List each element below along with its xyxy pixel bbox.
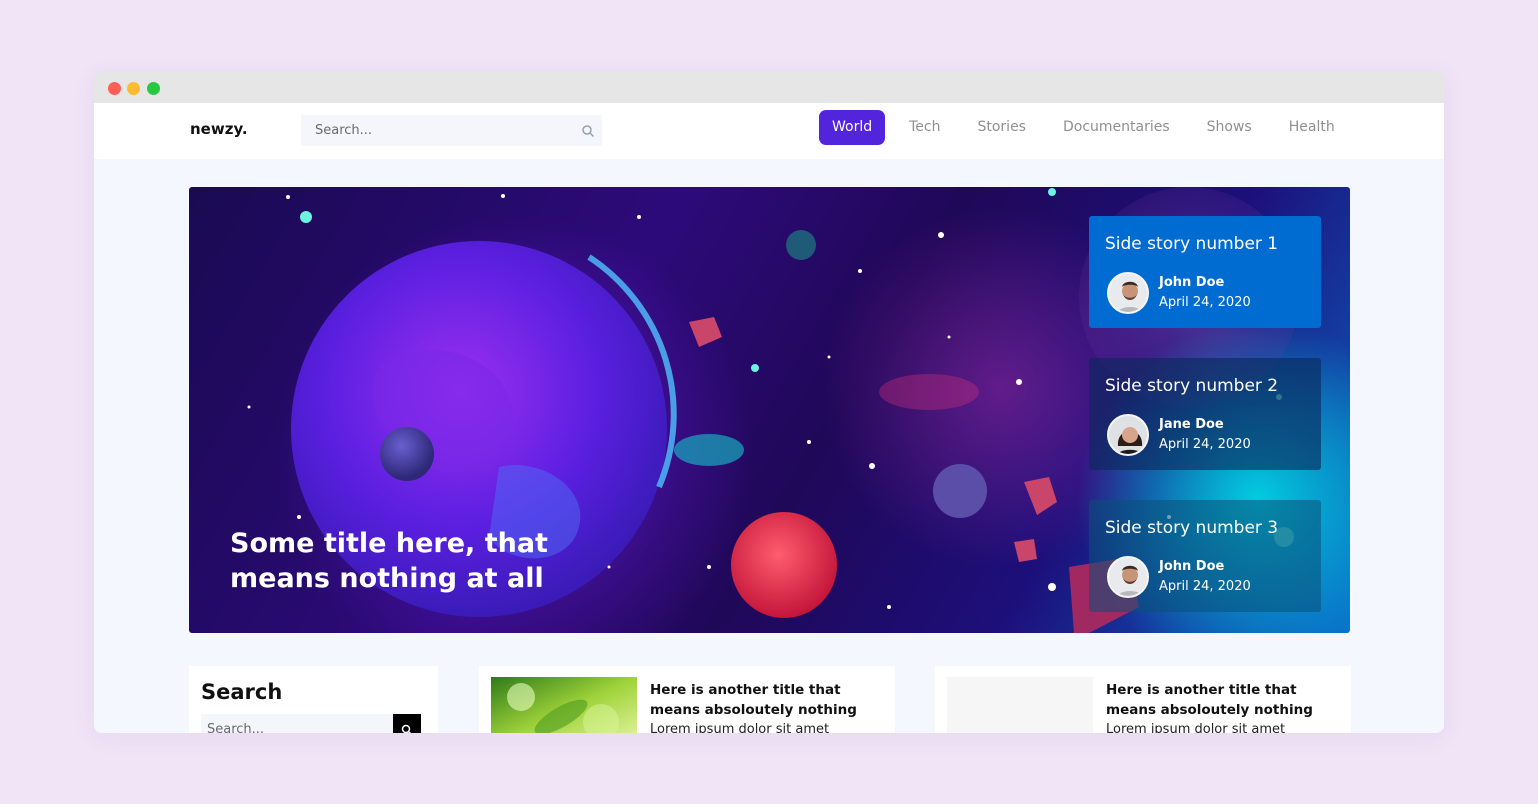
author-name[interactable]: John Doe (1159, 557, 1251, 577)
article-title[interactable]: Here is another title that means absolou… (1106, 680, 1336, 720)
search-icon (401, 724, 412, 733)
minimize-window-button[interactable] (127, 82, 140, 95)
nav-link-stories[interactable]: Stories (964, 110, 1039, 145)
article-title[interactable]: Here is another title that means absolou… (650, 680, 880, 720)
side-story-author: John Doe April 24, 2020 (1107, 272, 1251, 314)
nav-link-health[interactable]: Health (1276, 110, 1348, 145)
avatar (1107, 414, 1149, 456)
side-story-title[interactable]: Side story number 3 (1105, 516, 1305, 540)
article-card[interactable]: Here is another title that means absolou… (479, 666, 895, 733)
sidebar-search-button[interactable] (393, 714, 421, 733)
article-excerpt: Lorem ipsum dolor sit amet (650, 722, 830, 733)
nav-link-tech[interactable]: Tech (896, 110, 953, 145)
navbar: newzy. World Tech Stories Documentaries … (94, 103, 1444, 159)
search-widget-title: Search (201, 680, 283, 704)
side-story-title[interactable]: Side story number 1 (1105, 232, 1305, 256)
search-icon[interactable] (581, 124, 595, 138)
article-thumbnail[interactable] (491, 677, 637, 733)
side-story-card[interactable]: Side story number 1 John Doe April 24, 2… (1089, 216, 1321, 328)
sidebar-search-widget: Search (189, 666, 438, 733)
site-logo[interactable]: newzy. (190, 120, 248, 138)
nav-link-world[interactable]: World (819, 110, 886, 145)
side-story-author: Jane Doe April 24, 2020 (1107, 414, 1251, 456)
hero-banner[interactable]: Some title here, that means nothing at a… (189, 187, 1350, 633)
article-excerpt: Lorem ipsum dolor sit amet (1106, 722, 1286, 733)
maximize-window-button[interactable] (147, 82, 160, 95)
nav-link-documentaries[interactable]: Documentaries (1050, 110, 1183, 145)
avatar (1107, 272, 1149, 314)
sidebar-search-input[interactable] (201, 714, 393, 733)
avatar (1107, 556, 1149, 598)
side-story-title[interactable]: Side story number 2 (1105, 374, 1305, 398)
main-nav: World Tech Stories Documentaries Shows H… (819, 110, 1359, 145)
close-window-button[interactable] (108, 82, 121, 95)
hero-title[interactable]: Some title here, that means nothing at a… (230, 526, 650, 596)
window-titlebar (94, 72, 1444, 103)
article-thumbnail[interactable] (947, 677, 1093, 733)
nav-link-shows[interactable]: Shows (1194, 110, 1265, 145)
nav-search-input[interactable] (301, 115, 561, 146)
author-name[interactable]: John Doe (1159, 273, 1251, 293)
post-date: April 24, 2020 (1159, 295, 1251, 310)
nav-search-box (301, 115, 602, 146)
author-name[interactable]: Jane Doe (1159, 415, 1251, 435)
article-card[interactable]: Here is another title that means absolou… (935, 666, 1351, 733)
post-date: April 24, 2020 (1159, 579, 1251, 594)
side-story-author: John Doe April 24, 2020 (1107, 556, 1251, 598)
browser-window: newzy. World Tech Stories Documentaries … (94, 72, 1444, 733)
side-story-card[interactable]: Side story number 2 Jane Doe April 24, 2… (1089, 358, 1321, 470)
post-date: April 24, 2020 (1159, 437, 1251, 452)
side-story-card[interactable]: Side story number 3 John Doe April 24, 2… (1089, 500, 1321, 612)
